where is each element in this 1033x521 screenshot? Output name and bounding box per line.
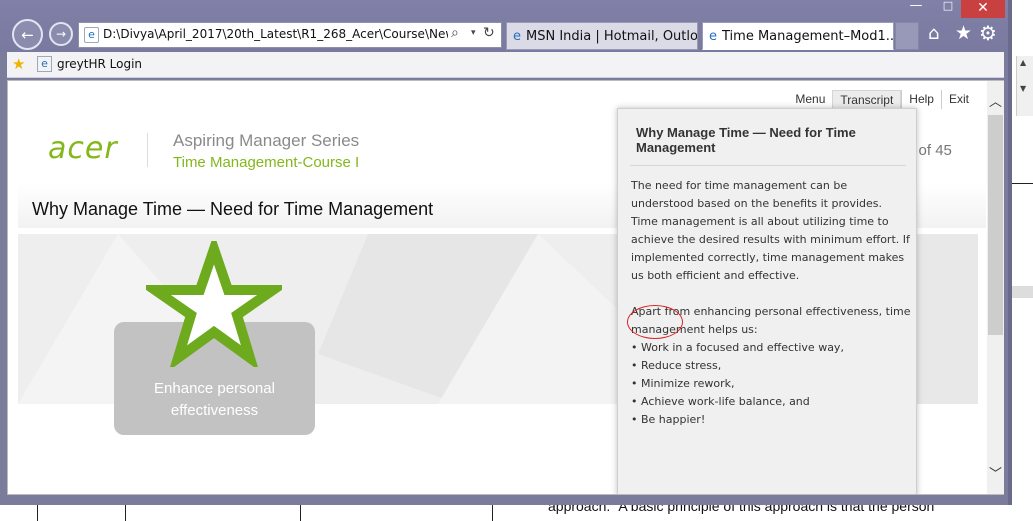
close-window-button[interactable]: ✕ (961, 0, 1005, 18)
back-arrow-icon: ← (21, 25, 34, 44)
logo-divider (147, 133, 148, 167)
tab-label: Time Management–Mod1... (722, 28, 894, 44)
page-icon: e (84, 27, 99, 43)
scroll-up-icon[interactable]: ▲ (1020, 58, 1026, 67)
series-title: Aspiring Manager Series (173, 131, 360, 150)
transcript-button[interactable]: Transcript (832, 90, 902, 109)
transcript-body: The need for time management can be unde… (631, 179, 911, 426)
minimize-button[interactable]: — (903, 0, 929, 14)
course-nav: Menu Transcript Help Exit (788, 90, 976, 109)
favorites-bar: ★ e greytHR Login (7, 52, 1004, 78)
chevron-down-icon[interactable]: ▾ (471, 28, 476, 38)
address-input[interactable]: D:\Divya\April_2017\20th_Latest\R1_268_A… (103, 27, 448, 41)
favorite-link-greythr[interactable]: greytHR Login (57, 57, 142, 71)
back-button[interactable]: ← (12, 19, 43, 50)
transcript-divider (630, 165, 906, 166)
browser-window: — □ ✕ ← → e D:\Divya\April_2017\20th_Lat… (0, 0, 1012, 505)
background-scrollbar[interactable]: ▲ ▼ (1016, 56, 1033, 116)
annotation-circle (627, 305, 683, 339)
tab-msn[interactable]: e MSN India | Hotmail, Outlook... (506, 22, 698, 50)
acer-logo: acer (48, 131, 118, 166)
home-icon[interactable]: ⌂ (928, 23, 939, 44)
help-button[interactable]: Help (901, 90, 941, 109)
transcript-heading: Why Manage Time — Need for Time Manageme… (636, 125, 856, 155)
new-tab-button[interactable] (895, 22, 919, 50)
scroll-down-icon[interactable]: ﹀ (989, 463, 1002, 482)
forward-arrow-icon: → (55, 27, 67, 41)
address-bar[interactable]: e D:\Divya\April_2017\20th_Latest\R1_268… (78, 22, 502, 48)
tab-time-management[interactable]: e Time Management–Mod1... ✕ (702, 22, 894, 50)
benefit-card-label: Enhance personal effectiveness (154, 380, 275, 419)
search-icon[interactable]: ⌕ (451, 25, 459, 41)
page-content: acer Aspiring Manager Series Time Manage… (7, 80, 1004, 495)
course-title: Time Management-Course I (173, 154, 360, 171)
page-icon: e (37, 56, 52, 72)
favorites-star-icon[interactable]: ★ (955, 22, 972, 44)
slide-title: Why Manage Time — Need for Time Manageme… (32, 199, 434, 219)
exit-button[interactable]: Exit (940, 90, 976, 109)
menu-button[interactable]: Menu (788, 90, 832, 109)
vertical-scrollbar[interactable]: ︿ ﹀ (987, 81, 1004, 494)
total-pages: of 45 (918, 142, 952, 159)
scroll-up-icon[interactable]: ︿ (989, 91, 1002, 110)
ie-page-icon: e (709, 28, 717, 44)
maximize-button[interactable]: □ (935, 0, 961, 14)
course-player: acer Aspiring Manager Series Time Manage… (18, 81, 986, 494)
transcript-panel: Why Manage Time — Need for Time Manageme… (617, 108, 917, 494)
add-favorite-icon[interactable]: ★ (12, 55, 25, 73)
background-ruler-strip (1012, 286, 1033, 298)
table-border (1012, 183, 1033, 184)
refresh-icon[interactable]: ↻ (483, 25, 495, 41)
forward-button[interactable]: → (49, 22, 73, 46)
star-icon (146, 241, 282, 367)
scroll-down-icon[interactable]: ▼ (1020, 84, 1026, 93)
gear-icon[interactable]: ⚙ (979, 21, 997, 45)
ie-page-icon: e (513, 28, 521, 44)
scrollbar-thumb[interactable] (988, 115, 1003, 335)
tab-label: MSN India | Hotmail, Outlook... (526, 28, 698, 44)
